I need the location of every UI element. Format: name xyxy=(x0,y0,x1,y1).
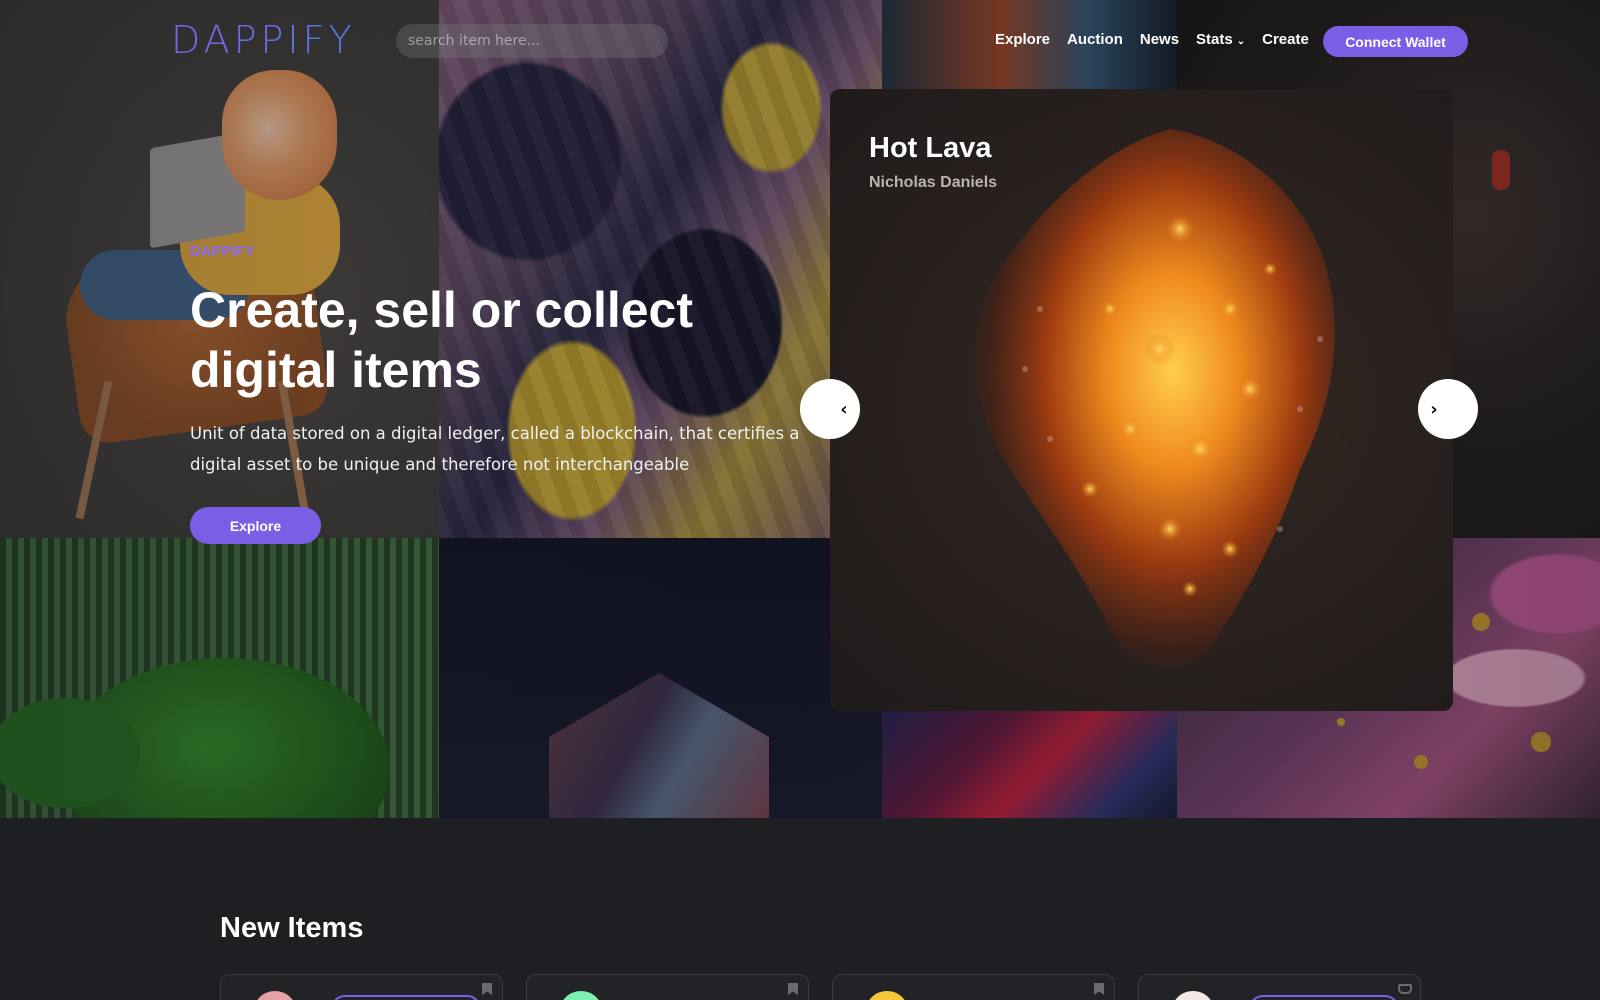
connect-wallet-button[interactable]: Connect Wallet xyxy=(1323,26,1468,57)
status-badge xyxy=(331,995,481,1000)
nav-auction[interactable]: Auction xyxy=(1067,31,1123,48)
avatar[interactable] xyxy=(559,991,603,1000)
item-card[interactable] xyxy=(220,974,503,1000)
brand-logo[interactable]: DAPPIFY xyxy=(171,18,356,62)
nav-stats-label: Stats xyxy=(1196,31,1233,48)
avatar[interactable] xyxy=(253,991,297,1000)
hero-tag: DAPPIFY xyxy=(190,243,256,260)
explore-button[interactable]: Explore xyxy=(190,507,321,544)
avatar[interactable] xyxy=(865,991,909,1000)
basket-icon[interactable] xyxy=(1398,984,1412,994)
chevron-down-icon: ⌄ xyxy=(1236,35,1246,47)
nav-stats[interactable]: Stats ⌄ xyxy=(1196,31,1245,48)
bookmark-icon[interactable] xyxy=(788,983,798,995)
featured-artwork xyxy=(974,129,1335,667)
navbar: DAPPIFY Explore Auction News Stats ⌄ Cre… xyxy=(0,0,1600,82)
item-card[interactable] xyxy=(832,974,1115,1000)
avatar[interactable] xyxy=(1171,991,1215,1000)
featured-title: Hot Lava xyxy=(869,132,992,164)
search-input[interactable] xyxy=(396,24,668,58)
nav-create[interactable]: Create xyxy=(1262,31,1309,48)
hero-description: Unit of data stored on a digital ledger,… xyxy=(190,424,800,474)
bookmark-icon[interactable] xyxy=(482,983,492,995)
bookmark-icon[interactable] xyxy=(1094,983,1104,995)
status-badge xyxy=(1249,995,1399,1000)
featured-item-card[interactable]: Hot Lava Nicholas Daniels xyxy=(830,89,1453,711)
item-card[interactable] xyxy=(1138,974,1421,1000)
nav-explore[interactable]: Explore xyxy=(995,31,1050,48)
item-card[interactable] xyxy=(526,974,809,1000)
nav-links: Explore Auction News Stats ⌄ Create xyxy=(995,31,1309,48)
new-items-title: New Items xyxy=(220,912,364,944)
nav-news[interactable]: News xyxy=(1140,31,1179,48)
featured-artist[interactable]: Nicholas Daniels xyxy=(869,174,997,192)
chevron-left-icon[interactable]: ‹ xyxy=(800,379,860,439)
chevron-right-icon[interactable]: › xyxy=(1418,379,1478,439)
hero-title: Create, sell or collect digital items xyxy=(190,282,694,398)
